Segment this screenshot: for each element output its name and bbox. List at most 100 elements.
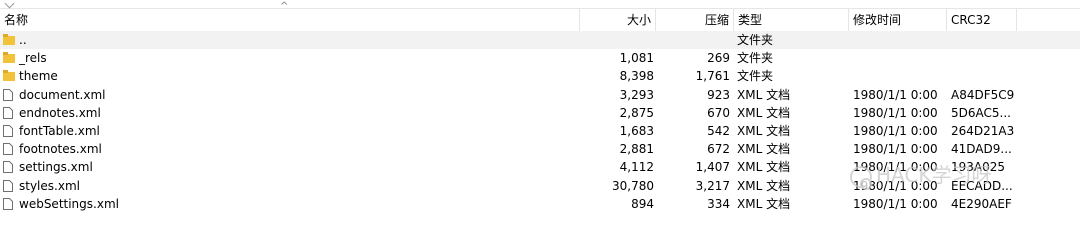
type-cell: XML 文档 [737,160,791,175]
file-name: theme [19,69,58,84]
column-header-crc[interactable]: CRC32 [947,9,1017,31]
file-row[interactable]: .. 文件夹 [0,31,1080,50]
size-cell: 4,112 [619,160,654,175]
file-icon [3,179,13,192]
crc-cell [951,49,1021,67]
type-cell: XML 文档 [737,178,791,193]
name-cell: settings.xml [0,158,580,176]
watermark-text: HACK学习呀 [876,163,992,187]
type-cell: 文件夹 [737,33,774,47]
column-header-name[interactable]: 名称 [0,9,580,31]
folder-icon [3,70,15,82]
column-header-modified-label: 修改时间 [853,13,902,27]
modified-cell [853,31,948,49]
packed-cell: 672 [707,142,730,157]
name-cell: webSettings.xml [0,195,580,213]
wechat-logo-icon [850,165,872,190]
name-cell: footnotes.xml [0,140,580,158]
size-cell: 30,780 [612,178,654,193]
type-cell: XML 文档 [737,123,791,138]
file-name: webSettings.xml [19,196,119,211]
folder-up-icon [3,34,15,45]
packed-cell: 923 [707,87,730,102]
file-name: fontTable.xml [19,123,100,138]
size-cell: 894 [631,196,654,211]
file-name: endnotes.xml [19,105,101,120]
file-row[interactable]: document.xml 3,293 923 XML 文档 1980/1/1 0… [0,86,1080,104]
column-header-packed-label: 压缩 [704,13,729,27]
name-cell: _rels [0,49,580,67]
size-cell: 2,875 [619,105,654,120]
file-icon [3,197,13,210]
chevron-down-icon[interactable] [4,0,15,9]
top-edge-strip [0,0,1080,9]
column-header-bar: ^ 名称 大小 压缩 类型 修改时间 CRC32 [0,2,1080,32]
packed-cell: 334 [707,196,730,211]
file-row[interactable]: fontTable.xml 1,683 542 XML 文档 1980/1/1 … [0,122,1080,140]
type-cell: 文件夹 [737,69,774,84]
column-header-type[interactable]: 类型 [734,9,849,31]
column-header-type-label: 类型 [738,13,763,27]
column-header-name-label: 名称 [4,13,29,27]
name-cell: .. [0,31,580,49]
file-icon [3,143,13,156]
type-cell: XML 文档 [737,142,791,157]
packed-cell: 3,217 [695,178,730,193]
packed-cell: 542 [707,123,730,138]
column-header-modified[interactable]: 修改时间 [849,9,947,31]
crc-cell: 4E290AEF [951,196,1012,211]
crc-cell: 5D6AC5... [951,105,1011,120]
column-header-size-label: 大小 [626,13,651,27]
name-cell: styles.xml [0,177,580,195]
crc-cell: 41DAD9... [951,142,1012,157]
size-cell: 8,398 [619,69,654,84]
file-icon [3,106,13,119]
column-header-packed[interactable]: 压缩 [656,9,734,31]
modified-cell [853,67,948,85]
name-cell: fontTable.xml [0,122,580,140]
packed-cell [660,31,730,49]
size-cell: 1,081 [619,51,654,66]
file-row[interactable]: webSettings.xml 894 334 XML 文档 1980/1/1 … [0,195,1080,213]
column-header-size[interactable]: 大小 [580,9,656,31]
modified-cell: 1980/1/1 0:00 [853,87,938,102]
modified-cell: 1980/1/1 0:00 [853,142,938,157]
type-cell: XML 文档 [737,105,791,120]
file-row[interactable]: theme 8,398 1,761 文件夹 [0,67,1080,85]
size-cell [580,31,654,49]
column-header-crc-label: CRC32 [951,13,991,27]
packed-cell: 670 [707,105,730,120]
file-name: styles.xml [19,178,80,193]
file-row[interactable]: footnotes.xml 2,881 672 XML 文档 1980/1/1 … [0,140,1080,158]
crc-cell [951,67,1021,85]
file-row[interactable]: _rels 1,081 269 文件夹 [0,49,1080,67]
file-icon [3,161,13,174]
size-cell: 1,683 [619,123,654,138]
modified-cell [853,49,948,67]
type-cell: XML 文档 [737,196,791,211]
modified-cell: 1980/1/1 0:00 [853,123,938,138]
size-cell: 2,881 [619,142,654,157]
crc-cell: 264D21A3 [951,123,1015,138]
file-name: .. [19,33,27,47]
name-cell: document.xml [0,86,580,104]
packed-cell: 1,407 [695,160,730,175]
modified-cell: 1980/1/1 0:00 [853,105,938,120]
file-name: document.xml [19,87,106,102]
type-cell: XML 文档 [737,87,791,102]
watermark: HACK学习呀 [850,159,992,190]
file-icon [3,88,13,101]
file-row[interactable]: endnotes.xml 2,875 670 XML 文档 1980/1/1 0… [0,104,1080,122]
file-icon [3,124,13,137]
modified-cell: 1980/1/1 0:00 [853,196,938,211]
packed-cell: 1,761 [695,69,730,84]
folder-icon [3,52,15,64]
file-name: settings.xml [19,160,93,175]
file-name: footnotes.xml [19,142,102,157]
file-name: _rels [19,51,47,66]
size-cell: 3,293 [619,87,654,102]
packed-cell: 269 [707,51,730,66]
crc-cell [951,31,1021,49]
crc-cell: A84DF5C9 [951,87,1015,102]
type-cell: 文件夹 [737,51,774,66]
